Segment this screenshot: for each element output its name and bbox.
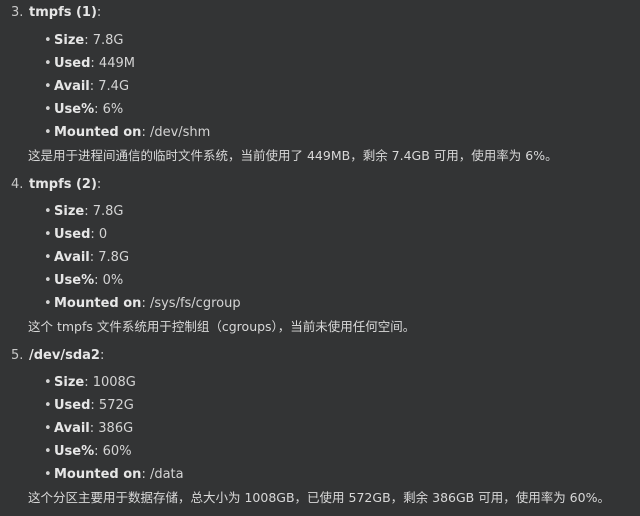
section-heading: 5. /dev/sda2: [11, 346, 104, 366]
section-description: 这个分区主要用于数据存储，总大小为 1008GB，已使用 572GB，剩余 38… [28, 490, 610, 505]
bullet-icon: • [44, 250, 52, 265]
bullet-icon: • [44, 56, 52, 71]
bullet-icon: • [44, 296, 52, 311]
item-value: : 7.8G [84, 204, 124, 219]
filesystem-name: /dev/sda2 [29, 348, 100, 363]
item-key: Used [54, 398, 91, 413]
list-item-size: • Size: 1008G [44, 373, 136, 393]
item-value: : 6% [94, 102, 124, 117]
item-key: Mounted on [54, 467, 142, 482]
item-value: : 7.4G [89, 79, 130, 94]
section-description: 这个 tmpfs 文件系统用于控制组（cgroups），当前未使用任何空间。 [28, 319, 416, 334]
list-item-used: • Used: 572G [44, 396, 134, 416]
list-number: 3. [11, 5, 24, 20]
item-value: : 449M [90, 56, 135, 71]
chat-message-content: 3. tmpfs (1): • Size: 7.8G • Used: 449M • Av… [0, 0, 640, 516]
bullet-icon: • [44, 398, 52, 413]
list-item-mounted-on: • Mounted on: /sys/fs/cgroup [44, 294, 241, 314]
item-key: Use% [54, 273, 95, 288]
item-key: Used [54, 56, 91, 71]
bullet-icon: • [44, 227, 52, 242]
item-value: : 386G [89, 421, 134, 436]
item-key: Use% [54, 102, 95, 117]
bullet-icon: • [44, 33, 52, 48]
bullet-icon: • [44, 444, 52, 459]
section-heading: 3. tmpfs (1): [11, 3, 101, 23]
list-item-used: • Used: 0 [44, 225, 107, 245]
heading-colon: : [96, 5, 102, 20]
item-key: Size [54, 33, 85, 48]
bullet-icon: • [44, 375, 52, 390]
list-item-avail: • Avail: 7.8G [44, 248, 129, 268]
item-key: Mounted on [54, 125, 142, 140]
section-heading: 4. tmpfs (2): [11, 175, 101, 195]
list-item-used: • Used: 449M [44, 54, 135, 74]
item-key: Use% [54, 444, 95, 459]
list-item-use-percent: • Use%: 6% [44, 100, 123, 120]
bullet-icon: • [44, 102, 52, 117]
bullet-icon: • [44, 125, 52, 140]
item-value: : 1008G [84, 375, 136, 390]
filesystem-name: tmpfs (2) [29, 177, 97, 192]
list-item-avail: • Avail: 7.4G [44, 77, 129, 97]
bullet-icon: • [44, 79, 52, 94]
item-value: : /sys/fs/cgroup [141, 296, 241, 311]
item-key: Avail [54, 421, 90, 436]
heading-colon: : [96, 177, 102, 192]
item-value: : 572G [90, 398, 134, 413]
list-number: 5. [11, 348, 24, 363]
item-key: Avail [54, 79, 90, 94]
bullet-icon: • [44, 467, 52, 482]
item-value: : 0% [94, 273, 124, 288]
item-key: Size [54, 375, 85, 390]
item-value: : /dev/shm [141, 125, 211, 140]
list-number: 4. [11, 177, 24, 192]
item-key: Mounted on [54, 296, 142, 311]
item-value: : 7.8G [89, 250, 130, 265]
list-item-use-percent: • Use%: 60% [44, 442, 132, 462]
item-key: Size [54, 204, 85, 219]
list-item-mounted-on: • Mounted on: /data [44, 465, 184, 485]
list-item-use-percent: • Use%: 0% [44, 271, 123, 291]
item-value: : 60% [94, 444, 132, 459]
item-key: Used [54, 227, 91, 242]
section-description: 这是用于进程间通信的临时文件系统，当前使用了 449MB，剩余 7.4GB 可用… [28, 148, 558, 163]
bullet-icon: • [44, 273, 52, 288]
heading-colon: : [99, 348, 105, 363]
bullet-icon: • [44, 421, 52, 436]
list-item-mounted-on: • Mounted on: /dev/shm [44, 123, 210, 143]
list-item-avail: • Avail: 386G [44, 419, 133, 439]
list-item-size: • Size: 7.8G [44, 31, 123, 51]
filesystem-name: tmpfs (1) [29, 5, 97, 20]
item-key: Avail [54, 250, 90, 265]
item-value: : 0 [90, 227, 108, 242]
item-value: : 7.8G [84, 33, 124, 48]
item-value: : /data [141, 467, 184, 482]
bullet-icon: • [44, 204, 52, 219]
list-item-size: • Size: 7.8G [44, 202, 123, 222]
